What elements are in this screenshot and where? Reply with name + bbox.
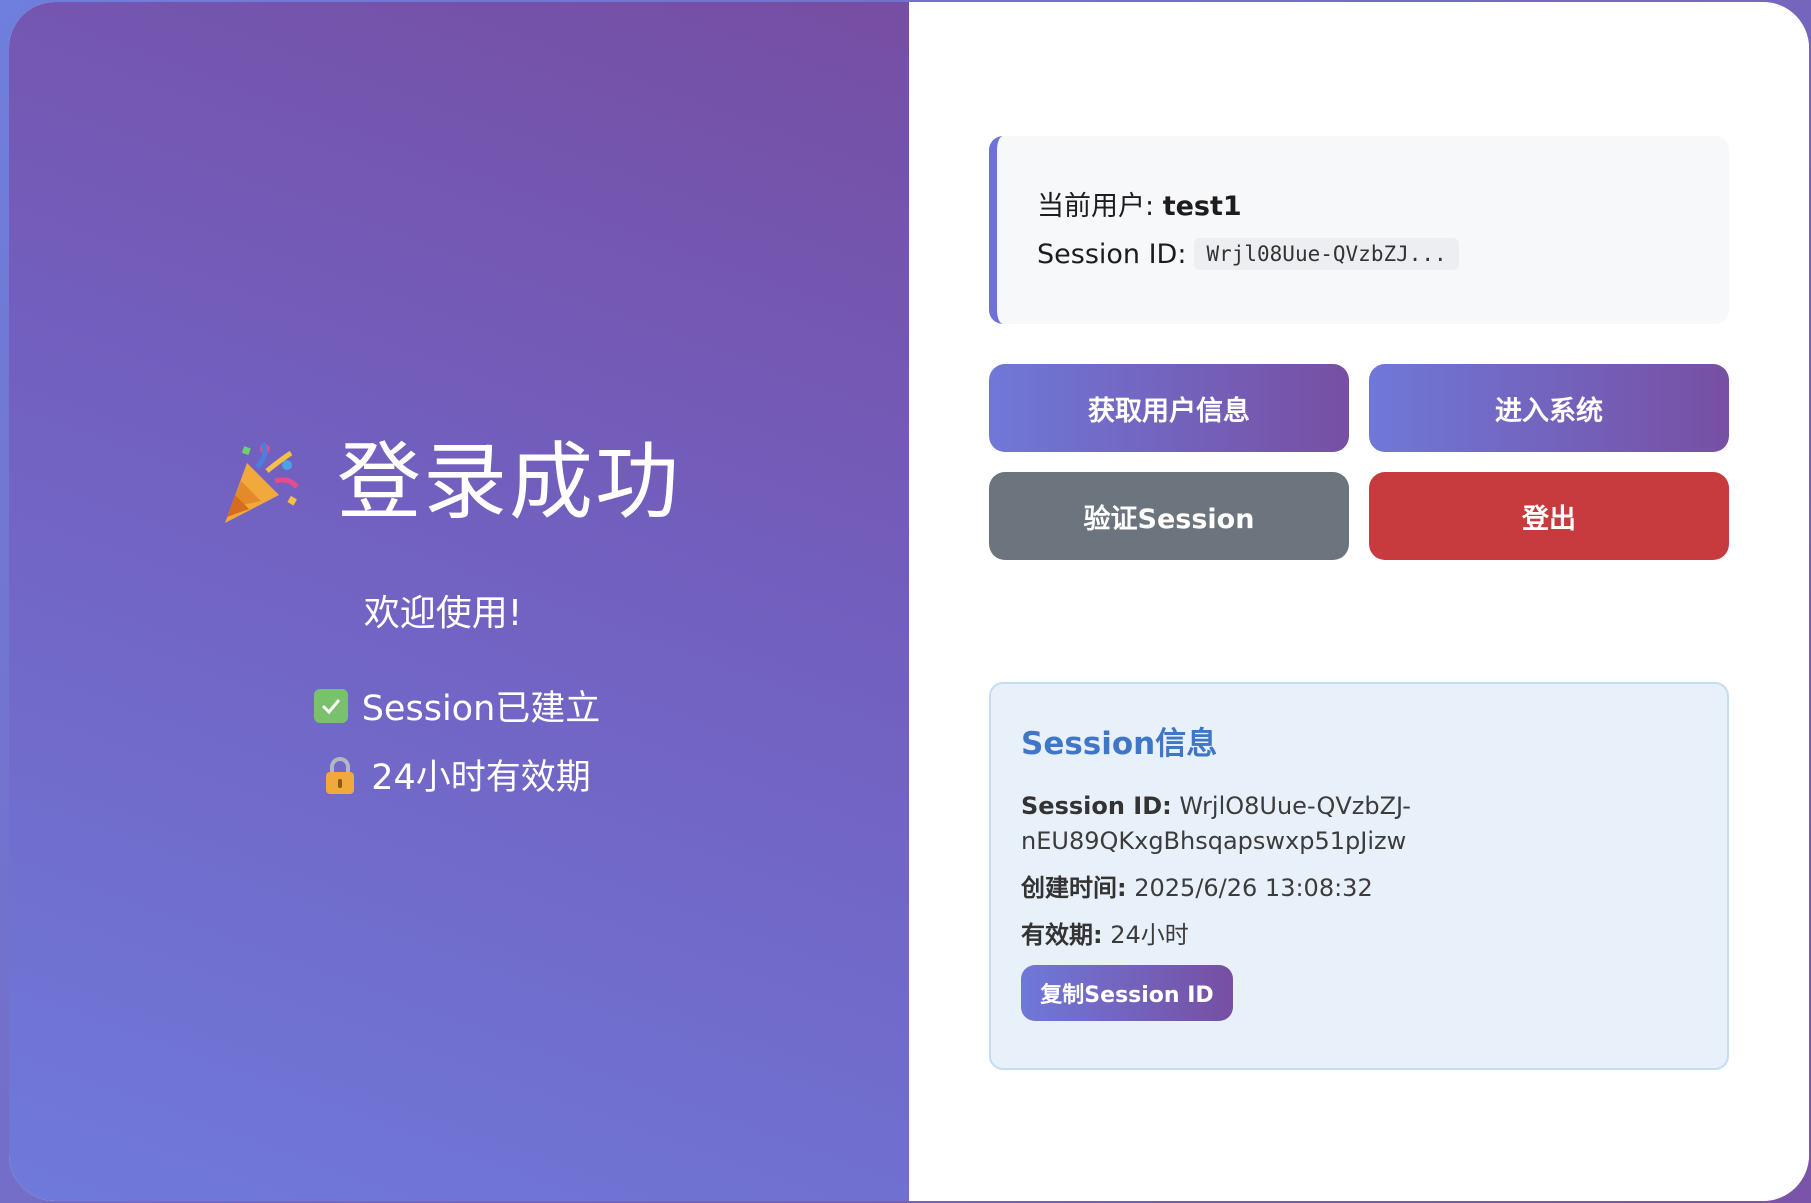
feature-list: Session已建立 24小时有效期: [9, 680, 909, 800]
validity-label: 有效期:: [1021, 921, 1103, 949]
title-row: 登录成功: [9, 432, 909, 532]
current-user-label: 当前用户:: [1037, 191, 1163, 222]
session-id-line: Session ID: Wrjl08Uue-QVzbZJ...: [1037, 238, 1729, 270]
check-box-icon: [313, 688, 348, 723]
created-time-value: 2025/6/26 13:08:32: [1126, 874, 1373, 902]
login-success-card: 登录成功 欢迎使用! Session已建立 24小时有效期 当前用户: test…: [9, 2, 1809, 1201]
current-username: test1: [1162, 191, 1242, 222]
enter-system-button[interactable]: 进入系统: [1369, 364, 1729, 452]
feature-label: Session已建立: [361, 689, 601, 729]
logout-button[interactable]: 登出: [1369, 472, 1729, 560]
feature-validity: 24小时有效期: [323, 749, 591, 800]
welcome-text: 欢迎使用!: [363, 593, 523, 634]
session-id-detail-label: Session ID:: [1021, 792, 1172, 820]
session-info-box: Session信息 Session ID: WrjlO8Uue-QVzbZJ-n…: [989, 682, 1729, 1070]
validity-detail: 有效期: 24小时: [1021, 918, 1421, 953]
session-id-detail: Session ID: WrjlO8Uue-QVzbZJ-nEU89QKxgBh…: [1021, 789, 1421, 859]
session-id-label: Session ID:: [1037, 238, 1187, 270]
session-id-short: Wrjl08Uue-QVzbZJ...: [1194, 238, 1459, 270]
created-time-label: 创建时间:: [1021, 874, 1127, 902]
validity-value: 24小时: [1102, 921, 1189, 949]
action-panel: 当前用户: test1 Session ID: Wrjl08Uue-QVzbZJ…: [909, 2, 1809, 1201]
copy-session-id-button[interactable]: 复制Session ID: [1021, 965, 1233, 1021]
page-title: 登录成功: [336, 433, 681, 531]
get-user-info-button[interactable]: 获取用户信息: [989, 364, 1349, 452]
welcome-panel: 登录成功 欢迎使用! Session已建立 24小时有效期: [9, 2, 909, 1201]
current-user-line: 当前用户: test1: [1037, 190, 1729, 224]
welcome-content: 登录成功 欢迎使用! Session已建立 24小时有效期: [9, 432, 909, 800]
feature-session-established: Session已建立: [313, 680, 601, 731]
lock-icon: [323, 755, 357, 795]
feature-label: 24小时有效期: [371, 758, 591, 798]
verify-session-button[interactable]: 验证Session: [989, 472, 1349, 560]
current-user-box: 当前用户: test1 Session ID: Wrjl08Uue-QVzbZJ…: [989, 136, 1729, 324]
party-popper-icon: [217, 437, 303, 527]
created-time-detail: 创建时间: 2025/6/26 13:08:32: [1021, 871, 1421, 906]
session-info-title: Session信息: [1021, 726, 1218, 762]
